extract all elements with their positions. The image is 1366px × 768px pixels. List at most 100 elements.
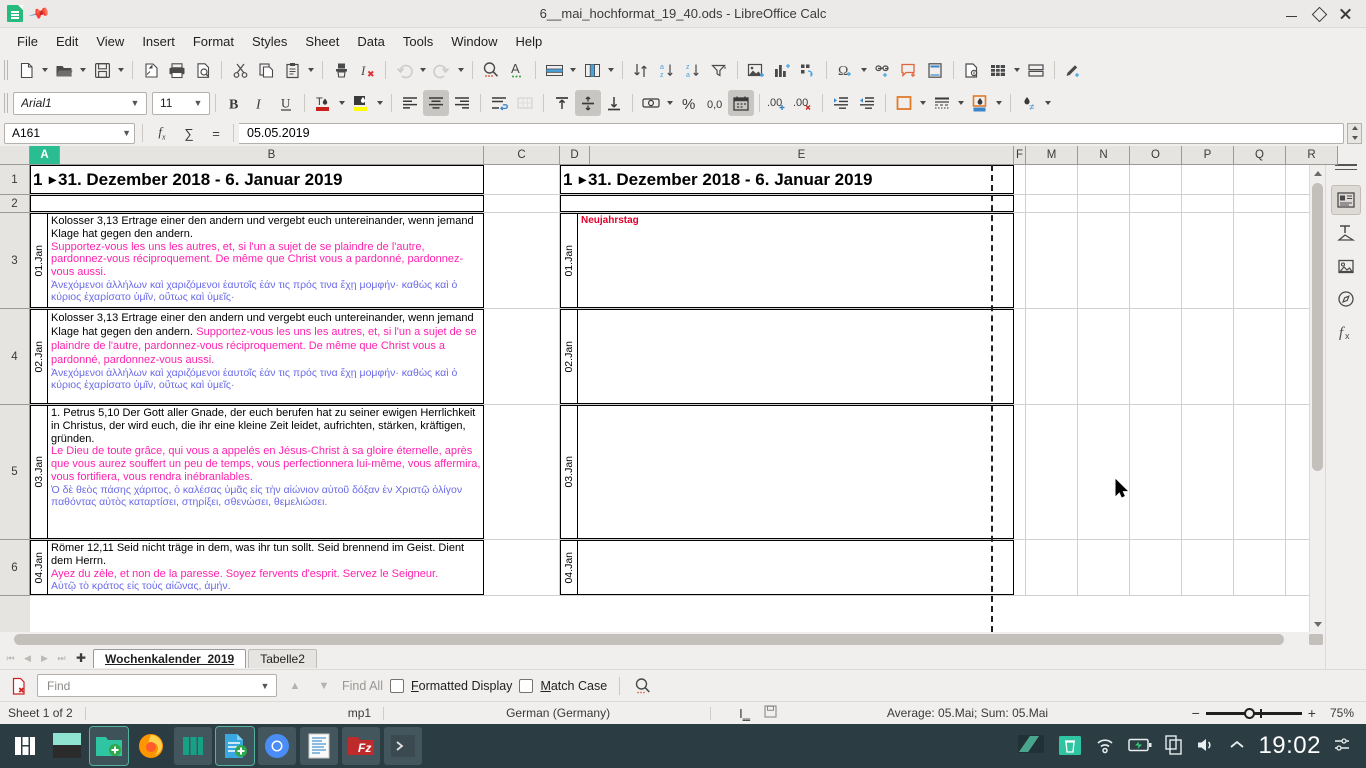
cell-n2[interactable]: [1078, 195, 1130, 212]
insert-column-icon[interactable]: [579, 57, 605, 83]
formatted-display-label[interactable]: Formatted Display: [411, 679, 512, 693]
align-bottom-icon[interactable]: [601, 90, 627, 116]
zoom-handle[interactable]: [1244, 708, 1255, 719]
column-header-o[interactable]: O: [1130, 146, 1182, 165]
maximize-icon[interactable]: [1312, 7, 1325, 20]
cell-n4[interactable]: [1078, 309, 1130, 404]
font-size-combobox[interactable]: 11 ▼: [152, 92, 210, 115]
network-icon[interactable]: [1095, 736, 1115, 757]
menu-view[interactable]: View: [87, 31, 133, 52]
taskbar-libreoffice-calc[interactable]: [216, 727, 254, 765]
sum-icon[interactable]: ∑: [177, 122, 201, 144]
vertical-scrollbar[interactable]: [1309, 165, 1325, 632]
italic-icon[interactable]: I: [247, 90, 273, 116]
document-modified-icon[interactable]: [764, 705, 777, 721]
gallery-icon[interactable]: [1331, 251, 1361, 281]
bold-icon[interactable]: B: [221, 90, 247, 116]
cell-q2[interactable]: [1234, 195, 1286, 212]
name-box[interactable]: A161 ▼: [4, 123, 135, 144]
horizontal-scroll-track[interactable]: [2, 634, 1307, 645]
clear-formatting-icon[interactable]: I✖: [354, 57, 380, 83]
background-color-dropdown-caret[interactable]: [993, 90, 1005, 116]
vertical-scroll-track[interactable]: [1310, 181, 1325, 616]
decrease-indent-icon[interactable]: [854, 90, 880, 116]
insert-row-dropdown-caret[interactable]: [567, 57, 579, 83]
cell-m6[interactable]: [1026, 540, 1078, 595]
border-style-icon[interactable]: [929, 90, 955, 116]
cell-f4[interactable]: [1014, 309, 1026, 404]
cell-a5-b5[interactable]: 03.Jan 1. Petrus 5,10 Der Gott aller Gna…: [30, 405, 484, 539]
formatted-display-checkbox[interactable]: [390, 679, 404, 693]
cell-r4[interactable]: [1286, 309, 1309, 404]
cell-o1[interactable]: [1130, 165, 1182, 194]
row-header-1[interactable]: 1: [0, 165, 30, 195]
cell-a4-b4[interactable]: 02.Jan Kolosser 3,13 Ertrage einer den a…: [30, 309, 484, 404]
underline-icon[interactable]: U: [273, 90, 299, 116]
taskbar-chromium[interactable]: [258, 727, 296, 765]
cells-grid[interactable]: 1 ▸ 31. Dezember 2018 - 6. Januar 2019 1…: [30, 165, 1309, 632]
taskbar-firefox[interactable]: [132, 727, 170, 765]
taskbar-text-editor[interactable]: [300, 727, 338, 765]
menu-tools[interactable]: Tools: [394, 31, 442, 52]
find-next-icon[interactable]: ▼: [313, 675, 335, 697]
cell-a3-b3[interactable]: 01.Jan Kolosser 3,13 Ertrage einer den a…: [30, 213, 484, 308]
freeze-dropdown-caret[interactable]: [1011, 57, 1023, 83]
column-header-m[interactable]: M: [1026, 146, 1078, 165]
cell-q6[interactable]: [1234, 540, 1286, 595]
cut-icon[interactable]: [227, 57, 253, 83]
format-as-percent-icon[interactable]: %: [676, 90, 702, 116]
cell-c6[interactable]: [484, 540, 560, 595]
conditional-formatting-icon[interactable]: ≠: [1016, 90, 1042, 116]
column-header-p[interactable]: P: [1182, 146, 1234, 165]
row-header-3[interactable]: 3: [0, 213, 30, 309]
menu-help[interactable]: Help: [506, 31, 551, 52]
open-icon[interactable]: [51, 57, 77, 83]
formula-icon[interactable]: =: [204, 122, 228, 144]
headers-footers-icon[interactable]: [922, 57, 948, 83]
zoom-level[interactable]: 75%: [1330, 706, 1354, 720]
taskbar-terminal-window[interactable]: [48, 727, 86, 765]
volume-icon[interactable]: [1196, 736, 1216, 757]
cell-n6[interactable]: [1078, 540, 1130, 595]
navigator-icon[interactable]: [1331, 284, 1361, 314]
highlighting-color-icon[interactable]: [348, 90, 374, 116]
taskbar-filezilla[interactable]: Fz: [342, 727, 380, 765]
cell-d3-e3[interactable]: 01.Jan Neujahrstag: [560, 213, 1014, 308]
column-header-r[interactable]: R: [1286, 146, 1338, 165]
cell-m1[interactable]: [1026, 165, 1078, 194]
cell-m5[interactable]: [1026, 405, 1078, 539]
cell-p6[interactable]: [1182, 540, 1234, 595]
cell-q5[interactable]: [1234, 405, 1286, 539]
insert-column-dropdown-caret[interactable]: [605, 57, 617, 83]
open-dropdown-caret[interactable]: [77, 57, 89, 83]
format-as-date-icon[interactable]: [728, 90, 754, 116]
cell-f6[interactable]: [1014, 540, 1026, 595]
cell-c3[interactable]: [484, 213, 560, 308]
highlighting-dropdown-caret[interactable]: [374, 90, 386, 116]
column-header-q[interactable]: Q: [1234, 146, 1286, 165]
chevron-down-icon[interactable]: ▼: [257, 681, 273, 691]
cell-o4[interactable]: [1130, 309, 1182, 404]
cell-a6-b6[interactable]: 04.Jan Römer 12,11 Seid nicht träge in d…: [30, 540, 484, 595]
print-preview-icon[interactable]: [190, 57, 216, 83]
align-top-icon[interactable]: [549, 90, 575, 116]
display-icon[interactable]: [1017, 733, 1045, 760]
cell-q4[interactable]: [1234, 309, 1286, 404]
currency-dropdown-caret[interactable]: [664, 90, 676, 116]
sheet-count-status[interactable]: Sheet 1 of 2: [8, 706, 73, 720]
autofilter-icon[interactable]: [706, 57, 732, 83]
cell-m2[interactable]: [1026, 195, 1078, 212]
close-icon[interactable]: [1339, 7, 1352, 20]
taskbar-file-manager-new[interactable]: [90, 727, 128, 765]
format-as-number-icon[interactable]: 0,0: [702, 90, 728, 116]
horizontal-scroll-thumb[interactable]: [14, 634, 1284, 645]
cell-o2[interactable]: [1130, 195, 1182, 212]
cell-r6[interactable]: [1286, 540, 1309, 595]
sort-descending-icon[interactable]: za: [680, 57, 706, 83]
save-dropdown-caret[interactable]: [115, 57, 127, 83]
column-header-a[interactable]: A: [30, 146, 60, 165]
cell-o6[interactable]: [1130, 540, 1182, 595]
insert-image-icon[interactable]: [743, 57, 769, 83]
column-header-b[interactable]: B: [60, 146, 484, 165]
first-sheet-icon[interactable]: ⏮: [3, 649, 18, 667]
